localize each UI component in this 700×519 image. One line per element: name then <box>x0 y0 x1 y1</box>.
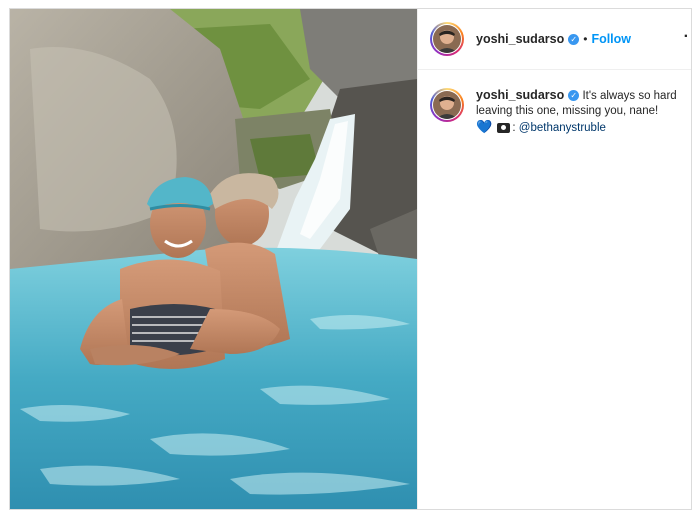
caption-avatar[interactable] <box>430 88 464 122</box>
verified-badge-icon: ✓ <box>568 33 580 45</box>
follow-button[interactable]: Follow <box>591 32 631 46</box>
post-header: yoshi_sudarso ✓ • Follow · <box>418 9 691 70</box>
camera-icon <box>497 122 511 133</box>
avatar-photo-icon <box>433 25 461 53</box>
post-caption: yoshi_sudarso ✓ It's always so hard leavi… <box>418 70 691 136</box>
avatar-image <box>432 24 462 54</box>
photo-illustration <box>10 9 417 509</box>
caption-username[interactable]: yoshi_sudarso <box>476 88 564 102</box>
separator: • <box>583 32 588 46</box>
avatar[interactable] <box>430 22 464 56</box>
mention-link[interactable]: @bethanystruble <box>519 122 606 134</box>
more-options-icon[interactable]: · <box>684 29 689 45</box>
post-sidebar: yoshi_sudarso ✓ • Follow · yoshi_sudarso… <box>417 9 691 509</box>
verified-badge-icon: ✓ <box>568 90 580 102</box>
avatar-photo-icon <box>433 91 461 119</box>
post-username[interactable]: yoshi_sudarso <box>476 32 564 46</box>
instagram-post: yoshi_sudarso ✓ • Follow · yoshi_sudarso… <box>9 8 692 510</box>
post-photo[interactable] <box>10 9 417 509</box>
caption-text-block: yoshi_sudarso ✓ It's always so hard leavi… <box>476 88 677 134</box>
caption-avatar-image <box>432 90 462 120</box>
heart-emoji: 💙 <box>476 119 493 134</box>
